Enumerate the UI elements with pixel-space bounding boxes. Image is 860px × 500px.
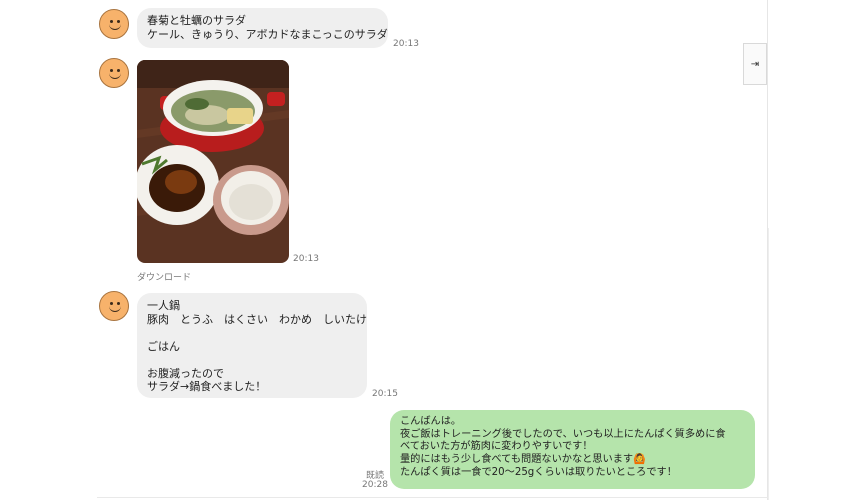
food-photo[interactable] bbox=[137, 60, 289, 263]
message-bubble[interactable]: 一人鍋 豚肉 とうふ はくさい わかめ しいたけ ごはん お腹減ったので サラダ… bbox=[137, 293, 367, 398]
message-time: 20:13 bbox=[393, 39, 419, 49]
avatar[interactable] bbox=[99, 9, 129, 39]
divider bbox=[97, 497, 768, 498]
message-time: 20:28 bbox=[362, 480, 388, 490]
message-bubble[interactable]: 春菊と牡蠣のサラダ ケール、きゅうり、アボカドなまこっこのサラダ bbox=[137, 8, 388, 48]
message-bubble-outgoing[interactable]: こんばんは。 夜ご飯はトレーニング後でしたので、いつも以上にたんぱく質多めに食 … bbox=[390, 410, 755, 489]
message-time: 20:15 bbox=[372, 389, 398, 399]
download-link[interactable]: ダウンロード bbox=[137, 270, 191, 283]
avatar[interactable] bbox=[99, 58, 129, 88]
avatar[interactable] bbox=[99, 291, 129, 321]
expand-panel-icon: ⇥ bbox=[750, 58, 760, 70]
divider bbox=[768, 228, 769, 500]
expand-panel-button[interactable]: ⇥ bbox=[743, 43, 767, 85]
message-time: 20:13 bbox=[293, 254, 319, 264]
